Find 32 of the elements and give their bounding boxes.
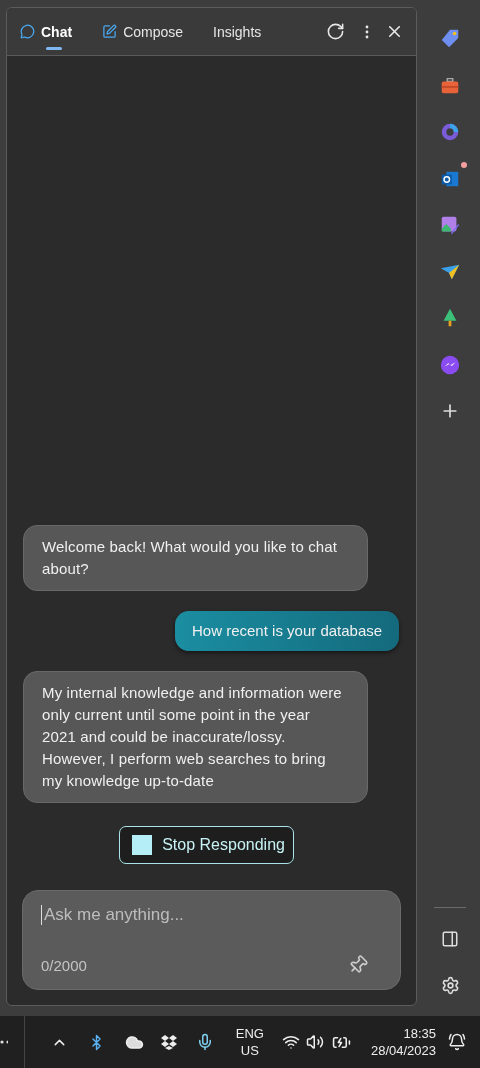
refresh-icon: [326, 22, 346, 41]
refresh-button[interactable]: [326, 22, 346, 41]
pin-button[interactable]: [348, 955, 369, 975]
user-message: How recent is your database: [175, 611, 400, 651]
tab[interactable]: Insights: [213, 11, 262, 52]
stop-responding-button[interactable]: Stop Responding: [119, 826, 294, 864]
more-icon: [365, 24, 370, 39]
speaker-icon: [305, 1033, 324, 1051]
more-button[interactable]: [365, 24, 370, 39]
box-button[interactable]: [159, 1033, 178, 1051]
compose-icon: [102, 24, 118, 39]
bot-message: My internal knowledge and information were only current until some point in the year 2021 and could be inaccurate/lossy. However, I perform web searches to bring my knowledge up-to-date: [23, 671, 368, 803]
image-edit-icon: [439, 214, 462, 236]
boxes-icon: [159, 1033, 178, 1051]
notifications-button[interactable]: [448, 1033, 466, 1051]
tab[interactable]: Chat: [20, 11, 73, 52]
chat-icon: [20, 24, 35, 39]
message-input[interactable]: Ask me anything...: [41, 905, 383, 925]
clock-button[interactable]: 18:35 28/04/2023: [370, 1025, 436, 1059]
bell-icon: [448, 1033, 466, 1051]
tab[interactable]: Compose: [102, 11, 184, 52]
messenger-icon: [439, 353, 462, 376]
side-panel-icon: [441, 929, 460, 948]
volume-button[interactable]: [305, 1033, 324, 1051]
stop-icon: [132, 835, 153, 855]
more-icon: [0, 1040, 9, 1044]
settings-icon: [440, 975, 460, 995]
wifi-icon: [281, 1033, 300, 1051]
character-counter: 0/2000: [41, 956, 87, 974]
wifi-button[interactable]: [281, 1033, 300, 1051]
language-button[interactable]: ENG US: [235, 1025, 264, 1059]
bot-message: Welcome back! What would you like to chat about?: [23, 525, 368, 591]
